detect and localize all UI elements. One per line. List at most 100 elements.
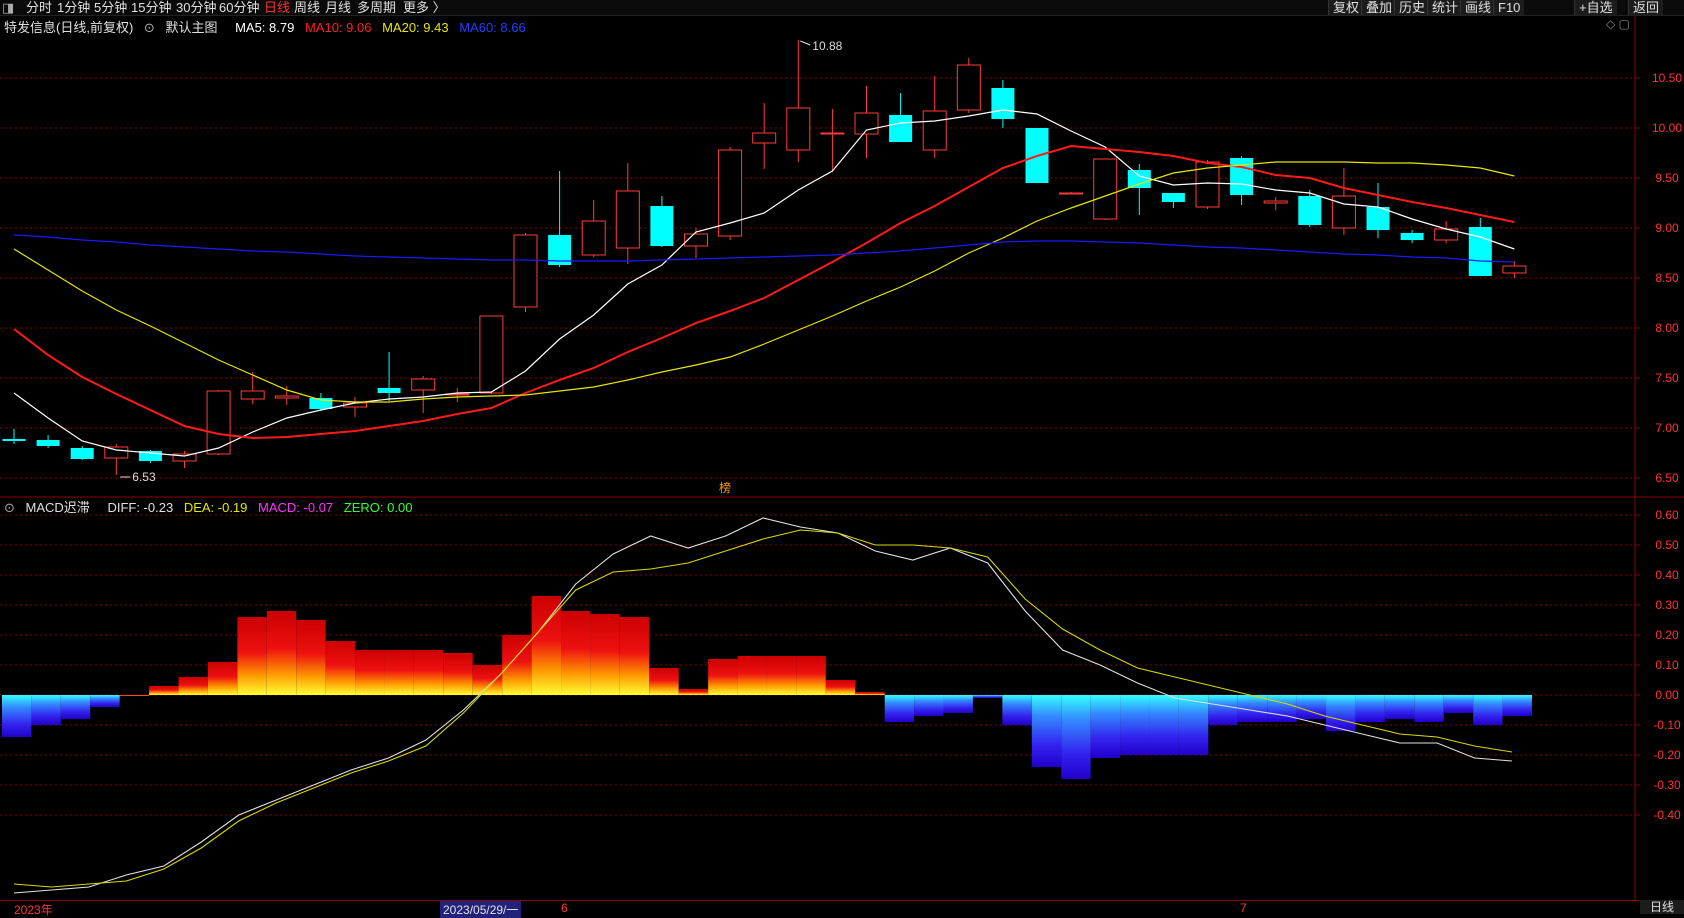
candle-body-up [479, 315, 504, 394]
candle-body-down [1468, 227, 1492, 276]
price-tick-label: 8.00 [1655, 321, 1679, 335]
candle-body-up [1059, 192, 1084, 195]
candle-body-down [1161, 193, 1185, 202]
macd-bar-positive [325, 641, 356, 695]
macd-bar-negative [1208, 695, 1238, 725]
candle-body-up [274, 395, 299, 399]
macd-bar-negative [90, 695, 120, 707]
candle-body-down [991, 88, 1015, 119]
macd-bar-negative [1031, 695, 1062, 767]
candle-body-down [1230, 158, 1254, 195]
candle-body-up [581, 220, 606, 256]
candle-body-down [650, 206, 674, 246]
macd-bar-positive [561, 611, 591, 695]
macd-bar-positive [207, 662, 238, 695]
macd-tick-label: 0.50 [1655, 538, 1679, 552]
macd-bar-positive [825, 680, 856, 695]
high-price-label: 10.88 [812, 39, 842, 53]
macd-bar-negative [943, 695, 973, 713]
ma-line-ma20 [13, 161, 1515, 403]
candle-body-down [1400, 233, 1424, 240]
grid-layer [0, 16, 1684, 900]
macd-bar-positive [619, 617, 650, 695]
date-label-july: 7 [1240, 901, 1247, 915]
candle-body-up [104, 446, 129, 459]
price-tick-label: 10.00 [1652, 121, 1682, 135]
price-tick-label: 9.50 [1655, 171, 1679, 185]
price-tick-label: 10.50 [1652, 71, 1682, 85]
macd-bar-positive [855, 692, 885, 695]
price-tick-label: 6.50 [1655, 471, 1679, 485]
candle-body-up [513, 234, 538, 308]
candle-body-down [2, 439, 26, 441]
ma-line-ma10 [13, 144, 1515, 440]
macd-bar-negative [1002, 695, 1032, 725]
macd-bar-positive [737, 656, 767, 695]
candle-body-up [411, 378, 436, 391]
macd-bar-positive [472, 665, 503, 695]
daily-bottom-tab[interactable]: 日线 [1640, 900, 1684, 914]
macd-tick-label: 0.30 [1655, 598, 1679, 612]
macd-bar-positive [708, 659, 738, 695]
macd-tick-label: 0.00 [1655, 688, 1679, 702]
macd-bar-positive [296, 620, 326, 695]
macd-bar-negative [1149, 695, 1179, 755]
macd-bar-positive [443, 653, 473, 695]
date-axis: 2023年 2023/05/29/一 6 7 [0, 900, 1684, 918]
macd-bar-negative [1355, 695, 1385, 722]
date-label-year: 2023年 [14, 903, 53, 917]
macd-layer [2, 517, 1532, 894]
ma-line-ma60 [13, 234, 1515, 263]
macd-bar-negative [1090, 695, 1121, 758]
macd-bar-negative [2, 695, 32, 737]
date-label-cursor: 2023/05/29/一 [440, 901, 522, 918]
macd-bar-positive [767, 656, 797, 695]
macd-bar-positive [649, 668, 679, 695]
macd-bar-negative [1414, 695, 1444, 722]
candle-body-up [752, 132, 777, 144]
macd-tick-label: 0.20 [1655, 628, 1679, 642]
date-label-june: 6 [561, 901, 568, 915]
candle-body-up [1263, 200, 1288, 204]
candle-body-up [786, 107, 811, 151]
macd-tick-label: -0.20 [1653, 748, 1681, 762]
candle-body-up [1502, 265, 1527, 274]
macd-bar-positive [413, 650, 444, 695]
high-marker [800, 40, 811, 46]
macd-bar-positive [149, 686, 179, 695]
macd-bar-negative [1120, 695, 1150, 755]
macd-bar-positive [266, 611, 297, 695]
candle-body-down [36, 440, 60, 446]
macd-bar-negative [884, 695, 915, 722]
macd-bar-negative [1267, 695, 1297, 722]
macd-bar-positive [355, 650, 385, 695]
macd-tick-label: 0.10 [1655, 658, 1679, 672]
candle-body-down [377, 388, 401, 393]
macd-bar-negative [1326, 695, 1356, 731]
macd-bar-positive [384, 650, 414, 695]
candle-body-up [1093, 158, 1118, 220]
candle-body-up [615, 190, 640, 249]
macd-bar-negative [1384, 695, 1415, 719]
candle-body-up [922, 110, 947, 151]
candle-body-up [820, 132, 845, 135]
macd-tick-label: -0.40 [1653, 808, 1681, 822]
candle-body-down [1298, 196, 1322, 225]
stock-chart[interactable]: 10.88 6.53 榜 10.50 10.00 9.50 9.00 8.50 8.00 7.5… [0, 0, 1684, 914]
macd-bar-negative [1473, 695, 1503, 725]
macd-tick-label: 0.60 [1655, 508, 1679, 522]
macd-bar-positive [119, 695, 150, 696]
macd-bar-positive [590, 614, 620, 695]
flag-label: 榜 [719, 480, 731, 495]
candle-body-up [956, 64, 981, 111]
macd-bar-negative [1178, 695, 1209, 755]
price-tick-label: 7.50 [1655, 371, 1679, 385]
candlestick-layer: 10.88 6.53 榜 [2, 39, 1527, 495]
macd-bar-negative [972, 695, 1003, 698]
macd-bar-negative [1443, 695, 1474, 713]
macd-bar-positive [678, 689, 709, 695]
macd-tick-label: -0.10 [1653, 718, 1681, 732]
price-tick-label: 9.00 [1655, 221, 1679, 235]
macd-bar-positive [178, 677, 208, 695]
candle-body-down [889, 115, 913, 142]
